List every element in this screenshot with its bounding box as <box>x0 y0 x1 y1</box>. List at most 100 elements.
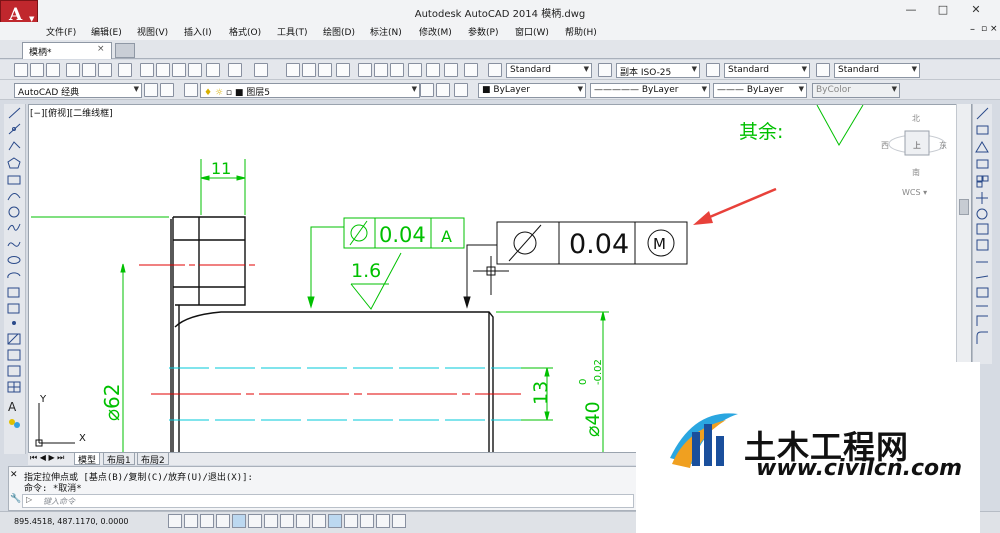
quickcalc-icon[interactable] <box>444 63 458 77</box>
zoom-previous-icon[interactable] <box>336 63 350 77</box>
workspace-settings-icon[interactable] <box>144 83 158 97</box>
layout-nav-icons[interactable]: ⏮ ◀ ▶ ⏭ <box>30 453 64 463</box>
layer-previous-icon[interactable] <box>436 83 450 97</box>
file-tab-label: 模柄* <box>29 48 52 58</box>
menu-tools[interactable]: 工具(T) <box>277 25 308 38</box>
table-style-icon[interactable] <box>706 63 720 77</box>
layer-select[interactable]: ♦ ☼ ▫ ■ 图层5 ▼ <box>200 83 420 98</box>
modify-tool-icons[interactable] <box>973 104 993 359</box>
doc-close-icon[interactable]: × <box>990 24 998 34</box>
dim-style-select[interactable]: 副本 ISO-25 ▼ <box>616 63 700 78</box>
menu-help[interactable]: 帮助(H) <box>565 25 597 38</box>
match-properties-icon[interactable] <box>188 63 202 77</box>
menu-edit[interactable]: 编辑(E) <box>91 25 122 38</box>
redo-icon[interactable] <box>254 63 268 77</box>
layer-match-icon[interactable] <box>454 83 468 97</box>
make-current-icon[interactable] <box>420 83 434 97</box>
linetype-sample: ————— <box>594 85 642 95</box>
object-snap-icon[interactable] <box>248 514 262 528</box>
save-icon[interactable] <box>46 63 60 77</box>
lineweight-icon[interactable] <box>328 514 342 528</box>
tab-layout2[interactable]: 布局2 <box>137 453 169 466</box>
pan-icon[interactable] <box>286 63 300 77</box>
doc-restore-icon[interactable]: ▫ <box>981 24 987 34</box>
zoom-realtime-icon[interactable] <box>302 63 316 77</box>
plotstyle-select[interactable]: ByColor ▼ <box>812 83 900 98</box>
workspace-select[interactable]: AutoCAD 经典 ▼ <box>14 83 142 98</box>
lineweight-sample: ——— <box>717 85 747 95</box>
cut-icon[interactable] <box>140 63 154 77</box>
transparency-icon[interactable] <box>344 514 358 528</box>
dim-style-icon[interactable] <box>598 63 612 77</box>
text-style-icon[interactable] <box>488 63 502 77</box>
command-input[interactable]: ▷ 键入命令 <box>22 494 634 508</box>
design-center-icon[interactable] <box>374 63 388 77</box>
markup-icon[interactable] <box>426 63 440 77</box>
mleader-style-select[interactable]: Standard ▼ <box>834 63 920 78</box>
viewport-controls-label[interactable]: [−][俯视][二维线框] <box>30 106 113 119</box>
close-tab-icon[interactable]: × <box>97 44 105 54</box>
menu-dimension[interactable]: 标注(N) <box>370 25 402 38</box>
open-icon[interactable] <box>30 63 44 77</box>
copy-object-icon <box>976 125 989 135</box>
text-style-select[interactable]: Standard ▼ <box>506 63 592 78</box>
close-button[interactable]: ✕ <box>965 3 987 19</box>
ortho-mode-icon[interactable] <box>216 514 230 528</box>
maximize-button[interactable]: □ <box>932 3 954 19</box>
minimize-button[interactable]: — <box>900 3 922 19</box>
new-icon[interactable] <box>14 63 28 77</box>
properties-icon[interactable] <box>358 63 372 77</box>
undo-icon[interactable] <box>228 63 242 77</box>
annotation-monitor-icon[interactable] <box>392 514 406 528</box>
menu-window[interactable]: 窗口(W) <box>515 25 549 38</box>
menu-format[interactable]: 格式(O) <box>229 25 261 38</box>
quick-properties-icon[interactable] <box>360 514 374 528</box>
menu-insert[interactable]: 插入(I) <box>184 25 212 38</box>
plot-icon[interactable] <box>66 63 80 77</box>
color-select[interactable]: ■ ByLayer ▼ <box>478 83 586 98</box>
command-settings-icon[interactable]: 🔧 <box>10 494 21 504</box>
dynamic-ucs-icon[interactable] <box>296 514 310 528</box>
draw-tool-icons[interactable]: A <box>4 104 26 444</box>
polar-tracking-icon[interactable] <box>232 514 246 528</box>
tool-palettes-icon[interactable] <box>390 63 404 77</box>
selection-cycling-icon[interactable] <box>376 514 390 528</box>
tab-model[interactable]: 模型 <box>74 453 101 466</box>
table-style-select[interactable]: Standard ▼ <box>724 63 810 78</box>
snap-mode-icon[interactable] <box>184 514 198 528</box>
dynamic-input-icon[interactable] <box>312 514 326 528</box>
publish-icon[interactable] <box>98 63 112 77</box>
sheet-set-icon[interactable] <box>408 63 422 77</box>
red-arrow-icon <box>693 187 777 225</box>
menu-parametric[interactable]: 参数(P) <box>468 25 498 38</box>
copy-icon[interactable] <box>156 63 170 77</box>
insert-block-icon <box>7 287 20 298</box>
block-editor-icon[interactable] <box>206 63 220 77</box>
3d-object-snap-icon[interactable] <box>264 514 278 528</box>
menu-file[interactable]: 文件(F) <box>46 25 76 38</box>
new-tab-button[interactable] <box>115 43 135 58</box>
layer-properties-icon[interactable] <box>184 83 198 97</box>
menu-modify[interactable]: 修改(M) <box>419 25 452 38</box>
tab-layout1[interactable]: 布局1 <box>103 453 135 466</box>
infer-constraints-icon[interactable] <box>168 514 182 528</box>
paste-icon[interactable] <box>172 63 186 77</box>
preview-icon[interactable] <box>82 63 96 77</box>
lineweight-select[interactable]: ——— ByLayer ▼ <box>713 83 807 98</box>
scrollbar-thumb[interactable] <box>959 199 969 215</box>
mleader-style-icon[interactable] <box>816 63 830 77</box>
linetype-select[interactable]: ————— ByLayer ▼ <box>590 83 710 98</box>
3d-print-icon[interactable] <box>118 63 132 77</box>
workspace-lock-icon[interactable] <box>160 83 174 97</box>
command-close-icon[interactable]: ✕ <box>10 470 18 480</box>
object-snap-tracking-icon[interactable] <box>280 514 294 528</box>
file-tab-mobing[interactable]: 模柄* × <box>22 42 112 59</box>
doc-minimize-icon[interactable]: – <box>970 24 975 35</box>
command-history-line2: 命令: *取消* <box>24 484 82 494</box>
help-icon[interactable] <box>464 63 478 77</box>
coordinate-readout[interactable]: 895.4518, 487.1170, 0.0000 <box>14 517 129 526</box>
menu-draw[interactable]: 绘图(D) <box>323 25 355 38</box>
grid-display-icon[interactable] <box>200 514 214 528</box>
zoom-window-icon[interactable] <box>318 63 332 77</box>
menu-view[interactable]: 视图(V) <box>137 25 168 38</box>
